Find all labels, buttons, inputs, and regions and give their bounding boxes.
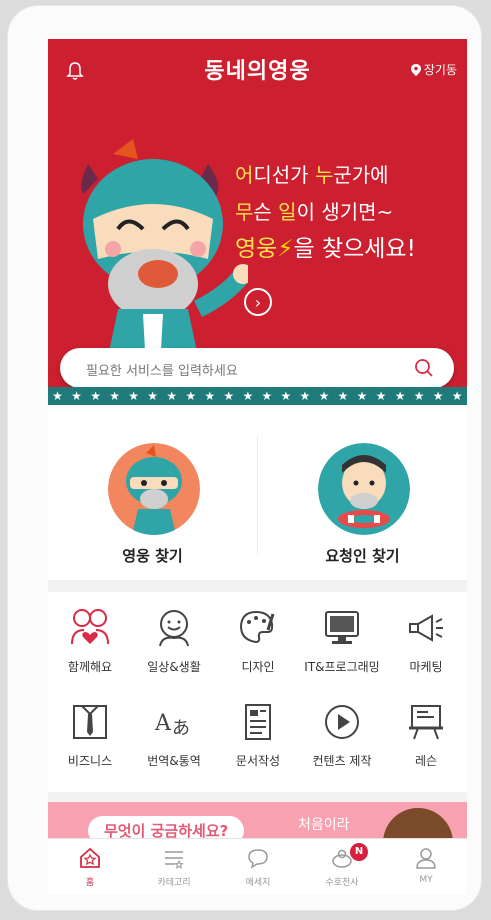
category-grid: 함께해요 일상&생활 디자인 IT&프로그래밍 마케팅 비즈니스 A あ 번역&…	[48, 592, 467, 792]
find-requester-label: 요청인 찾기	[325, 547, 400, 565]
hero-tagline: 어디선가 누군가에 무슨 일이 생기면~ 영웅⚡을 찾으세요!	[235, 163, 416, 262]
megaphone-icon	[409, 614, 443, 642]
top-bar: 동네의영웅 장기동	[48, 39, 467, 95]
category-label: 마케팅	[409, 660, 443, 674]
nav-label: 카테고리	[157, 878, 191, 888]
location-selector[interactable]: 장기동	[410, 61, 457, 78]
category-label: 비즈니스	[67, 754, 113, 768]
nav-category[interactable]: 카테고리	[132, 839, 216, 894]
play-icon	[325, 705, 359, 739]
shirt-tie-icon	[73, 705, 107, 739]
people-heart-icon	[71, 609, 109, 645]
category-lesson[interactable]: 레슨	[384, 686, 467, 776]
category-label: IT&프로그래밍	[304, 660, 380, 674]
promo-banner[interactable]: 무엇이 궁금하세요? 처음이라	[48, 802, 467, 842]
nav-label: 메세지	[245, 878, 271, 888]
search-icon[interactable]	[414, 358, 434, 378]
search-input[interactable]: 필요한 서비스를 입력하세요	[86, 360, 238, 379]
device-frame: 동네의영웅 장기동 어디선가 누군가에 무슨 일이 생기면~ 영웅⚡을 찾으세요…	[8, 6, 481, 910]
menu-list-icon	[165, 851, 184, 869]
category-design[interactable]: 디자인	[216, 592, 300, 682]
svg-text:あ: あ	[172, 718, 190, 739]
category-label: 컨텐츠 제작	[312, 754, 372, 768]
app-screen: 동네의영웅 장기동 어디선가 누군가에 무슨 일이 생기면~ 영웅⚡을 찾으세요…	[48, 39, 467, 894]
category-label: 일상&생활	[147, 660, 201, 674]
nav-label: MY	[419, 875, 433, 885]
hero-banner[interactable]: 동네의영웅 장기동 어디선가 누군가에 무슨 일이 생기면~ 영웅⚡을 찾으세요…	[48, 39, 467, 405]
category-label: 문서작성	[235, 754, 281, 768]
smile-hand-icon	[159, 610, 189, 647]
home-icon	[80, 847, 100, 868]
find-hero-card[interactable]: 영웅 찾기	[48, 405, 257, 580]
promo-side-text: 처음이라	[298, 817, 350, 833]
requester-avatar	[318, 443, 410, 535]
nav-message[interactable]: 메세지	[216, 839, 300, 894]
document-icon	[245, 704, 271, 740]
category-label: 번역&통역	[147, 754, 201, 768]
nav-my[interactable]: MY	[384, 839, 467, 894]
find-hero-label: 영웅 찾기	[122, 547, 183, 565]
nav-home[interactable]: 홈	[48, 839, 132, 894]
location-pin-icon	[410, 63, 421, 76]
search-bar[interactable]: 필요한 서비스를 입력하세요	[60, 348, 454, 388]
nav-guardian[interactable]: N 수호천사	[300, 839, 384, 894]
category-label: 레슨	[414, 754, 438, 768]
star-strip-decoration: ★ ★ ★ ★ ★ ★ ★ ★ ★ ★ ★ ★ ★ ★ ★ ★ ★ ★ ★ ★ ★ ★	[48, 387, 467, 405]
find-section: 영웅 찾기 요청인 찾기	[48, 405, 467, 580]
category-document[interactable]: 문서작성	[216, 686, 300, 776]
section-gap	[48, 792, 467, 802]
find-requester-card[interactable]: 요청인 찾기	[258, 405, 467, 580]
chat-bubble-icon	[248, 849, 268, 869]
hero-next-button[interactable]: ›	[244, 288, 272, 316]
category-marketing[interactable]: 마케팅	[384, 592, 467, 682]
nav-label: 수호천사	[325, 878, 359, 888]
monitor-icon	[325, 611, 359, 644]
bottom-nav: 홈 카테고리 메세지 N 수호천사 MY	[48, 838, 467, 894]
section-gap	[48, 580, 467, 592]
promo-character	[383, 808, 453, 842]
category-translation[interactable]: A あ 번역&통역	[132, 686, 216, 776]
nav-label: 홈	[85, 878, 95, 888]
svg-text:A: A	[154, 711, 172, 736]
category-together[interactable]: 함께해요	[48, 592, 132, 682]
translate-icon: A あ	[154, 711, 190, 739]
lesson-board-icon	[409, 705, 443, 740]
user-icon	[416, 848, 436, 869]
app-logo[interactable]: 동네의영웅	[48, 53, 467, 85]
notification-badge: N	[350, 843, 368, 861]
category-label: 함께해요	[67, 660, 113, 674]
category-content[interactable]: 컨텐츠 제작	[300, 686, 384, 776]
category-business[interactable]: 비즈니스	[48, 686, 132, 776]
category-it[interactable]: IT&프로그래밍	[300, 592, 384, 682]
category-daily-life[interactable]: 일상&생활	[132, 592, 216, 682]
hero-avatar	[108, 443, 200, 535]
category-label: 디자인	[241, 660, 275, 674]
location-label: 장기동	[423, 63, 457, 77]
lightning-icon: ⚡	[277, 236, 294, 262]
palette-icon	[239, 610, 275, 644]
